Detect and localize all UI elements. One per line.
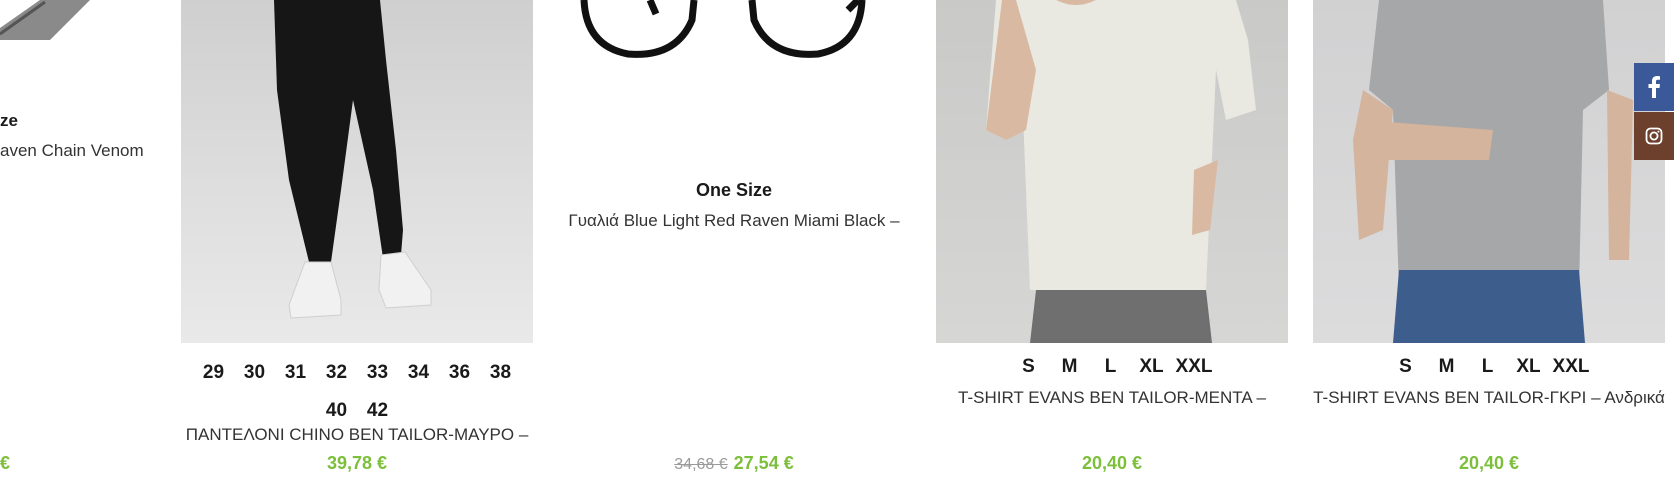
product-price: 39,78 € [326,453,388,473]
size-option[interactable]: XL [1131,354,1172,380]
product-sale-price: 27,54 € [733,453,794,473]
product-title[interactable]: aven Chain Venom [0,141,144,161]
size-option[interactable]: 32 [316,354,357,392]
product-price: 20,40 € [1458,453,1520,473]
size-option[interactable]: 36 [439,354,480,392]
size-option[interactable]: XL [1508,354,1549,380]
size-option[interactable]: 31 [275,354,316,392]
size-option[interactable]: S [1385,354,1426,380]
size-options: S M L XL XXL [936,354,1288,380]
instagram-icon [1645,127,1663,145]
product-card-glasses[interactable]: One Size Γυαλιά Blue Light Red Raven Mia… [558,0,910,489]
product-card-tshirt-gkri[interactable]: S M L XL XXL T-SHIRT EVANS BEN TAILOR-ΓΚ… [1313,0,1665,489]
size-option[interactable]: L [1467,354,1508,380]
product-photo-chino [274,0,432,319]
product-image[interactable] [936,0,1288,343]
product-title[interactable]: T-SHIRT EVANS BEN TAILOR-ΓΚΡΙ – Ανδρικά [1313,388,1665,408]
product-image[interactable] [0,0,90,40]
product-old-price: 34,68 € [674,456,728,473]
size-label: One Size [695,180,773,200]
product-card-chino[interactable]: 29 30 31 32 33 34 36 38 40 42 ΠΑΝΤΕΛΟΝΙ … [181,0,533,489]
size-option[interactable]: 34 [398,354,439,392]
product-card-tshirt-menta[interactable]: S M L XL XXL T-SHIRT EVANS BEN TAILOR-ΜΕ… [936,0,1288,489]
size-option[interactable]: M [1049,354,1090,380]
product-price: € [0,453,11,473]
size-option[interactable]: XXL [1172,354,1216,380]
product-price: 20,40 € [1081,453,1143,473]
facebook-icon [1648,76,1660,98]
size-option[interactable]: XXL [1549,354,1593,380]
product-photo-partial [0,0,90,40]
size-option[interactable]: 29 [193,354,234,392]
size-option[interactable]: 30 [234,354,275,392]
size-options: 29 30 31 32 33 34 36 38 40 42 [181,354,533,430]
product-image[interactable] [181,0,533,343]
product-title[interactable]: T-SHIRT EVANS BEN TAILOR-ΜΕΝΤΑ – [936,388,1288,408]
facebook-share-button[interactable] [1634,63,1674,111]
product-title[interactable]: ΠΑΝΤΕΛΟΝΙ CHINO BEN TAILOR-ΜΑΥΡΟ – [181,425,533,445]
product-photo-tshirt-gkri [1353,0,1633,343]
size-option[interactable]: M [1426,354,1467,380]
size-option[interactable]: S [1008,354,1049,380]
size-options: S M L XL XXL [1313,354,1665,380]
size-option[interactable]: 33 [357,354,398,392]
product-photo-tshirt-menta [986,0,1256,343]
product-title[interactable]: Γυαλιά Blue Light Red Raven Miami Black … [558,211,910,231]
product-photo-glasses [580,0,866,58]
size-label: ze [0,111,18,130]
size-option[interactable]: L [1090,354,1131,380]
product-image[interactable] [1313,0,1665,343]
product-image[interactable] [558,0,910,70]
product-price-group: 34,68 € 27,54 € [558,453,910,474]
instagram-share-button[interactable] [1634,112,1674,160]
product-card-partial[interactable]: ze aven Chain Venom € [0,0,170,489]
size-option[interactable]: 38 [480,354,521,392]
